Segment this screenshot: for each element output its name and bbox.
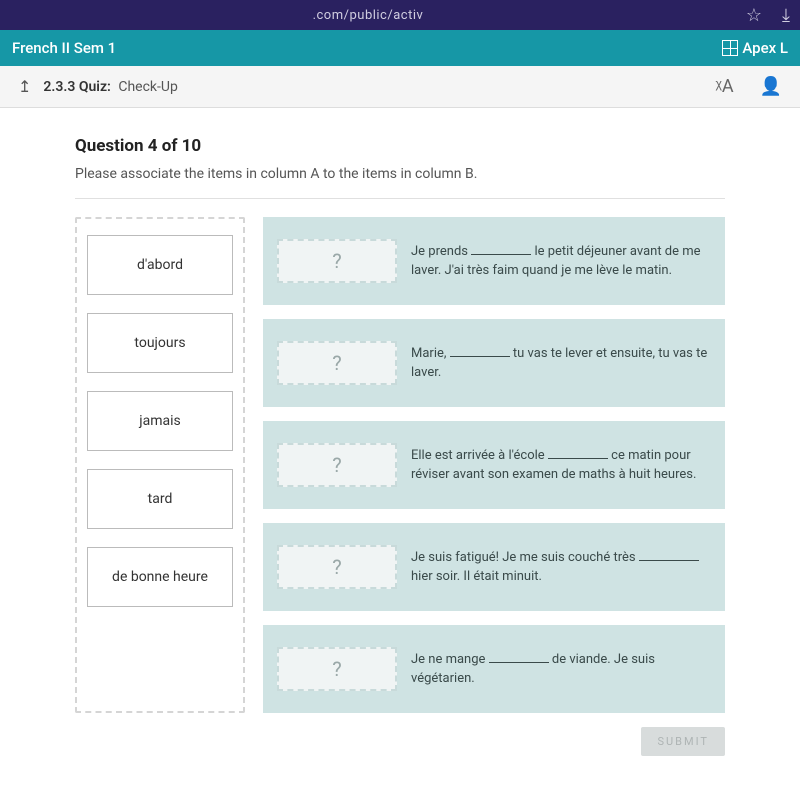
question-number: Question 4 of 10 [75,136,725,156]
back-up-icon[interactable]: ↥ [18,77,31,96]
apex-logo[interactable]: Apex L [722,39,788,57]
target-text: Je suis fatigué! Je me suis couché très … [411,548,711,585]
footer: SUBMIT [75,713,725,770]
quiz-header-bar: ↥ 2.3.3 Quiz: Check-Up ᵡA 👤 [0,66,800,108]
choice-item[interactable]: tard [87,469,233,529]
target-row: ? Je prends le petit déjeuner avant de m… [263,217,725,305]
apex-logo-icon [722,40,738,56]
choice-item[interactable]: toujours [87,313,233,373]
target-row: ? Je suis fatigué! Je me suis couché trè… [263,523,725,611]
choice-item[interactable]: jamais [87,391,233,451]
target-row: ? Je ne mange de viande. Je suis végétar… [263,625,725,713]
browser-url-bar: .com/public/activ ☆ ⤓ [0,0,800,30]
drop-zone[interactable]: ? [277,647,397,691]
target-text: Elle est arrivée à l'école ce matin pour… [411,446,711,483]
column-a: d'abord toujours jamais tard de bonne he… [75,217,245,713]
choice-item[interactable]: de bonne heure [87,547,233,607]
choice-item[interactable]: d'abord [87,235,233,295]
drop-zone[interactable]: ? [277,341,397,385]
url-fragment: .com/public/activ [10,8,726,23]
bookmark-star-icon[interactable]: ☆ [746,5,762,26]
quiz-title: 2.3.3 Quiz: Check-Up [43,79,689,95]
translate-icon[interactable]: ᵡA [716,76,734,97]
drop-zone[interactable]: ? [277,239,397,283]
apex-logo-label: Apex L [742,39,788,57]
download-icon[interactable]: ⤓ [782,5,790,26]
column-b: ? Je prends le petit déjeuner avant de m… [263,217,725,713]
matching-area: d'abord toujours jamais tard de bonne he… [75,217,725,713]
target-text: Je prends le petit déjeuner avant de me … [411,242,711,279]
content-area: Question 4 of 10 Please associate the it… [0,108,800,800]
question-prompt: Please associate the items in column A t… [75,166,725,199]
target-row: ? Elle est arrivée à l'école ce matin po… [263,421,725,509]
submit-button[interactable]: SUBMIT [641,727,725,756]
course-header: French II Sem 1 Apex L [0,30,800,66]
reader-icon[interactable]: 👤 [760,76,782,97]
course-title: French II Sem 1 [12,39,116,57]
drop-zone[interactable]: ? [277,443,397,487]
drop-zone[interactable]: ? [277,545,397,589]
target-text: Marie, tu vas te lever et ensuite, tu va… [411,344,711,381]
target-text: Je ne mange de viande. Je suis végétarie… [411,650,711,687]
target-row: ? Marie, tu vas te lever et ensuite, tu … [263,319,725,407]
